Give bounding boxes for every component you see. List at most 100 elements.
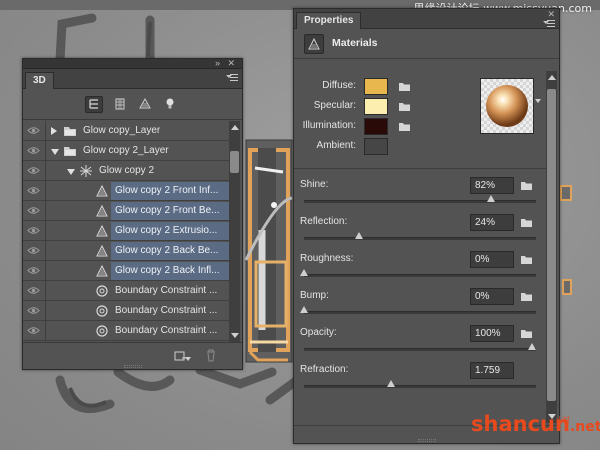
slider-thumb[interactable]: [528, 343, 536, 350]
materials-icon[interactable]: [137, 96, 155, 113]
slider-label: Bump:: [300, 290, 329, 301]
whole-scene-icon[interactable]: [85, 96, 103, 113]
divider: [45, 201, 46, 221]
collapse-icon[interactable]: »: [215, 58, 220, 68]
layer-name: Boundary Constraint ...: [115, 305, 218, 316]
color-swatch[interactable]: [364, 78, 388, 95]
visibility-eye-icon[interactable]: [27, 166, 40, 175]
slider-thumb[interactable]: [386, 380, 395, 387]
slider-thumb[interactable]: [300, 306, 308, 313]
slider-value-field[interactable]: 82%: [470, 177, 514, 194]
properties-tabbar: Properties ✕: [294, 9, 559, 29]
layer-name: Glow copy 2 Back Infl...: [111, 262, 229, 280]
layer-row[interactable]: Boundary Constraint ...: [23, 281, 229, 301]
slider-value-field[interactable]: 0%: [470, 288, 514, 305]
slider-track[interactable]: [304, 348, 536, 351]
visibility-eye-icon[interactable]: [27, 246, 40, 255]
scroll-thumb[interactable]: [547, 89, 556, 401]
delete-icon[interactable]: [204, 348, 218, 363]
texture-folder-icon[interactable]: [520, 254, 534, 266]
texture-folder-icon[interactable]: [398, 101, 412, 113]
visibility-eye-icon[interactable]: [27, 286, 40, 295]
texture-folder-icon[interactable]: [520, 291, 534, 303]
slider-track[interactable]: [304, 237, 536, 240]
layer-row[interactable]: Glow copy 2 Front Be...: [23, 201, 229, 221]
layer-row[interactable]: Glow copy_Layer: [23, 121, 229, 141]
panel-menu-icon[interactable]: [543, 20, 555, 29]
material-preview[interactable]: [480, 78, 534, 134]
texture-folder-icon[interactable]: [520, 217, 534, 229]
layer-row[interactable]: Boundary Constraint ...: [23, 301, 229, 321]
preview-dropdown-icon[interactable]: [535, 99, 541, 103]
slider-value-field[interactable]: 100%: [470, 325, 514, 342]
constraint-icon: [95, 284, 109, 298]
close-icon[interactable]: ✕: [227, 58, 235, 68]
material-icon: [95, 244, 109, 258]
layer-row[interactable]: Glow copy 2: [23, 161, 229, 181]
slider-track[interactable]: [304, 274, 536, 277]
slider-value-field[interactable]: 1.759: [470, 362, 514, 379]
slider-track[interactable]: [304, 385, 536, 388]
slider-thumb[interactable]: [300, 269, 308, 276]
visibility-eye-icon[interactable]: [27, 206, 40, 215]
slider-label: Reflection:: [300, 216, 348, 227]
visibility-eye-icon[interactable]: [27, 306, 40, 315]
texture-folder-icon[interactable]: [520, 180, 534, 192]
slider-value-field[interactable]: 0%: [470, 251, 514, 268]
visibility-eye-icon[interactable]: [27, 126, 40, 135]
lights-icon[interactable]: [162, 96, 180, 113]
expanded-arrow-icon[interactable]: [67, 169, 75, 175]
color-swatch[interactable]: [364, 98, 388, 115]
layer-row[interactable]: Glow copy 2 Extrusio...: [23, 221, 229, 241]
layer-row[interactable]: Glow copy 2 Front Inf...: [23, 181, 229, 201]
add-dropdown-icon[interactable]: [185, 357, 191, 361]
scroll-up-icon[interactable]: [548, 75, 556, 80]
material-label: Ambient:: [316, 140, 356, 151]
scroll-up-icon[interactable]: [231, 125, 239, 130]
texture-folder-icon[interactable]: [398, 121, 412, 133]
tab-properties[interactable]: Properties: [296, 12, 362, 29]
divider: [45, 161, 46, 181]
resize-grip[interactable]: [123, 365, 142, 368]
divider: [45, 181, 46, 201]
texture-folder-icon[interactable]: [520, 328, 534, 340]
slider-value-field[interactable]: 24%: [470, 214, 514, 231]
expanded-arrow-icon[interactable]: [51, 149, 59, 155]
properties-scrollbar[interactable]: [546, 71, 557, 423]
slider-label: Refraction:: [300, 364, 349, 375]
resize-grip[interactable]: [417, 439, 436, 442]
slider-track[interactable]: [304, 200, 536, 203]
panel-menu-icon[interactable]: [226, 74, 238, 83]
material-icon: [95, 224, 109, 238]
scroll-down-icon[interactable]: [231, 333, 239, 338]
collapsed-arrow-icon[interactable]: [51, 127, 57, 135]
divider: [45, 221, 46, 241]
color-swatch[interactable]: [364, 118, 388, 135]
material-sphere-icon: [481, 79, 533, 133]
color-swatch[interactable]: [364, 138, 388, 155]
panel-3d-titlebar[interactable]: » ✕: [23, 58, 242, 69]
layers-scrollbar[interactable]: [229, 121, 240, 342]
layer-row[interactable]: Glow copy 2 Back Infl...: [23, 261, 229, 281]
layer-row[interactable]: Glow copy 2_Layer: [23, 141, 229, 161]
slider-thumb[interactable]: [486, 195, 495, 202]
texture-folder-icon[interactable]: [398, 81, 412, 93]
slider-track[interactable]: [304, 311, 536, 314]
layer-row[interactable]: Boundary Constraint ...: [23, 321, 229, 341]
visibility-eye-icon[interactable]: [27, 266, 40, 275]
scroll-thumb[interactable]: [230, 151, 239, 173]
visibility-eye-icon[interactable]: [27, 146, 40, 155]
visibility-eye-icon[interactable]: [27, 186, 40, 195]
watermark-logo: shancun.net: [471, 412, 600, 436]
visibility-eye-icon[interactable]: [27, 326, 40, 335]
slider-thumb[interactable]: [354, 232, 363, 239]
divider: [294, 168, 546, 169]
tab-3d[interactable]: 3D: [25, 72, 54, 89]
visibility-eye-icon[interactable]: [27, 226, 40, 235]
folder-icon: [63, 144, 77, 158]
close-icon[interactable]: ✕: [547, 9, 555, 19]
meshes-icon[interactable]: [112, 96, 130, 113]
layer-name: Glow copy 2: [99, 165, 155, 176]
layer-name: Boundary Constraint ...: [115, 285, 218, 296]
layer-row[interactable]: Glow copy 2 Back Be...: [23, 241, 229, 261]
